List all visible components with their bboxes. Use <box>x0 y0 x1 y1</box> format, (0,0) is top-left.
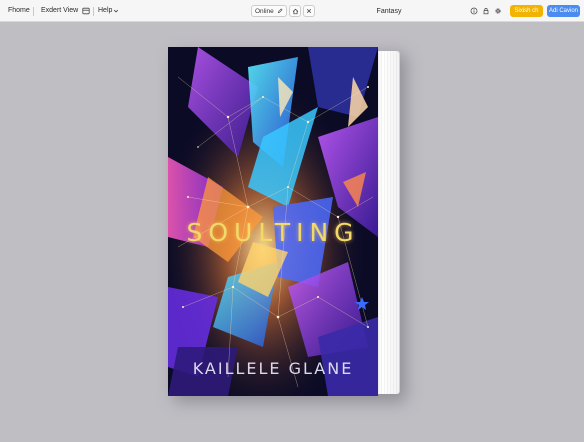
toolbar-divider <box>33 7 34 16</box>
home-menu[interactable]: Fhome <box>8 0 30 21</box>
layout-icon[interactable] <box>80 5 92 17</box>
view-menu-label: Exdert View <box>41 7 79 14</box>
info-icon[interactable] <box>468 5 480 17</box>
toolbar-divider <box>93 7 94 16</box>
secondary-action-button[interactable]: Adi Cavion <box>547 5 580 17</box>
view-menu[interactable]: Exdert View <box>41 0 78 21</box>
home-icon <box>292 8 298 14</box>
help-menu[interactable]: Help <box>98 0 119 21</box>
mode-select-label: Online <box>255 7 274 15</box>
help-menu-label: Help <box>98 7 113 14</box>
mode-controls: Online <box>251 5 315 17</box>
pencil-icon <box>277 8 283 14</box>
lock-icon[interactable] <box>480 5 492 17</box>
gear-icon[interactable] <box>492 5 504 17</box>
window-title: Fantasy <box>376 7 402 15</box>
home-menu-label: Fhome <box>8 7 30 14</box>
book-cover: SOULTING KAILLELE GLANE <box>168 47 378 396</box>
home-button[interactable] <box>289 5 301 17</box>
book-author: KAILLELE GLANE <box>192 359 354 378</box>
primary-action-button[interactable]: Sixish ch <box>510 5 543 17</box>
book-title: SOULTING <box>186 218 360 247</box>
close-button[interactable] <box>303 5 315 17</box>
book-mockup: SOULTING KAILLELE GLANE <box>168 46 406 402</box>
chevron-down-icon <box>114 9 119 12</box>
top-toolbar: Fhome Exdert View Help Online Fantasy Si… <box>0 0 584 22</box>
mode-select[interactable]: Online <box>251 5 287 17</box>
close-icon <box>306 8 312 14</box>
